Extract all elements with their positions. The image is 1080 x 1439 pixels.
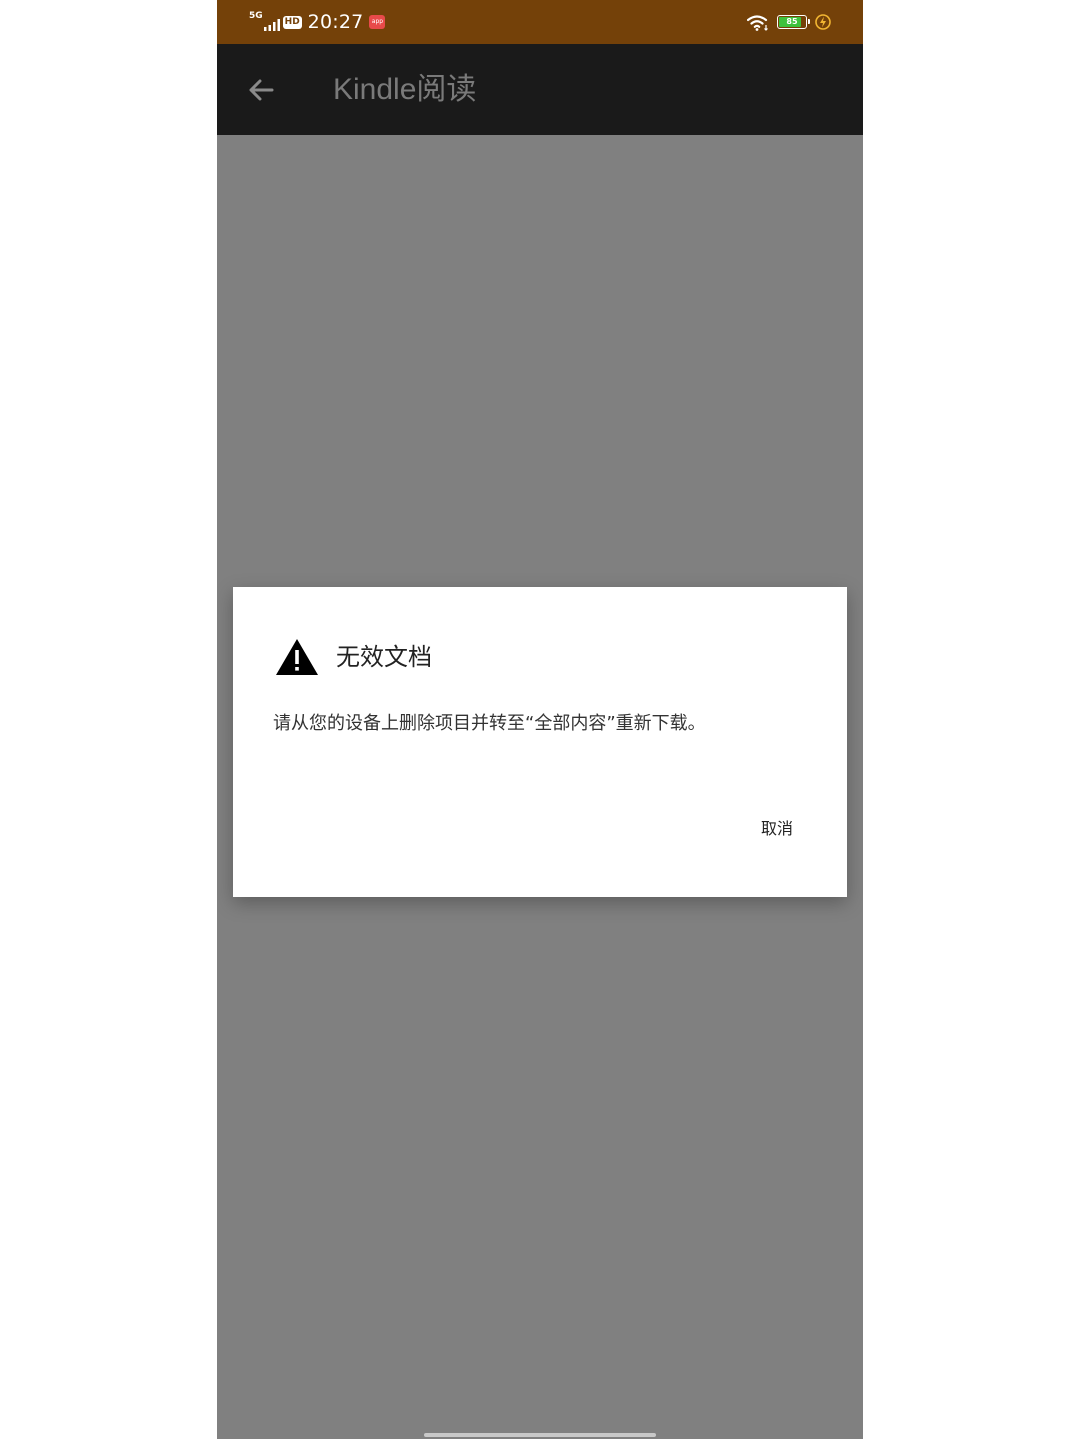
warning-icon xyxy=(276,639,318,675)
network-type-label: 5G xyxy=(249,11,263,21)
invalid-document-dialog: 无效文档 请从您的设备上删除项目并转至“全部内容”重新下载。 取消 xyxy=(233,587,847,897)
status-bar-left: 5G HD 20:27 app xyxy=(249,9,386,35)
battery-icon: 85 xyxy=(777,15,810,29)
cellular-signal-icon xyxy=(263,19,280,31)
phone-screen: 5G HD 20:27 app 85 Kindle阅读 无效文档 请从您的设备上… xyxy=(217,0,863,1439)
home-indicator[interactable] xyxy=(424,1433,656,1437)
app-title: Kindle阅读 xyxy=(333,73,477,106)
app-bar: Kindle阅读 xyxy=(217,44,863,135)
charging-icon xyxy=(815,14,831,30)
wifi-icon xyxy=(747,14,768,31)
status-bar-right: 85 xyxy=(747,11,831,33)
dialog-header: 无效文档 xyxy=(275,635,432,679)
cancel-button[interactable]: 取消 xyxy=(747,813,807,847)
hd-voice-badge: HD xyxy=(282,15,302,29)
dialog-message: 请从您的设备上删除项目并转至“全部内容”重新下载。 xyxy=(273,713,706,734)
status-time: 20:27 xyxy=(307,11,364,33)
arrow-left-icon xyxy=(249,79,274,101)
battery-percentage: 85 xyxy=(786,17,798,26)
status-bar: 5G HD 20:27 app 85 xyxy=(217,0,863,44)
back-button[interactable] xyxy=(239,69,283,111)
app-notification-icon: app xyxy=(369,15,386,29)
dialog-title: 无效文档 xyxy=(336,643,432,671)
